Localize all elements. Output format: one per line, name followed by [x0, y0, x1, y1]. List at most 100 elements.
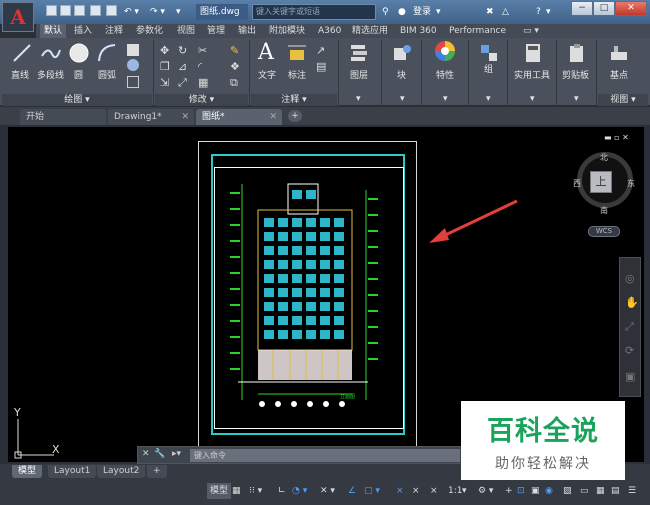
dimension-icon[interactable]: [286, 42, 308, 64]
tab-performance[interactable]: Performance: [449, 24, 506, 38]
line-icon[interactable]: [11, 42, 33, 64]
tab-parametric[interactable]: 参数化: [136, 24, 163, 38]
copy-icon[interactable]: ❐: [160, 60, 172, 73]
block-label[interactable]: 块: [397, 68, 406, 81]
polyline-icon[interactable]: [40, 42, 62, 64]
mirror-icon[interactable]: ⊿: [178, 60, 190, 73]
trim-icon[interactable]: ✂: [198, 44, 210, 57]
tab-model[interactable]: 模型: [12, 465, 43, 478]
erase-icon[interactable]: ✎: [230, 44, 242, 57]
tab-drawing1[interactable]: Drawing1* ✕: [108, 109, 194, 125]
annotation-scale-icon[interactable]: ⨯: [430, 483, 438, 499]
close-tab-icon[interactable]: ✕: [269, 109, 277, 125]
tab-manage[interactable]: 管理: [207, 24, 225, 38]
tab-annotate[interactable]: 注释: [105, 24, 123, 38]
layers-dropdown-icon[interactable]: ▾: [356, 94, 361, 104]
tab-home[interactable]: 默认: [40, 24, 67, 38]
zoom-extents-icon[interactable]: ⤢: [625, 320, 634, 334]
annotation-panel-title[interactable]: 注释 ▾: [251, 94, 337, 106]
customize-status-icon[interactable]: ▤: [611, 483, 620, 499]
clipboard-label[interactable]: 剪贴板: [562, 68, 589, 81]
tab-output[interactable]: 输出: [238, 24, 256, 38]
rotate-icon[interactable]: ↻: [178, 44, 190, 57]
array-icon[interactable]: ▦: [198, 76, 210, 89]
login-button[interactable]: 登录: [413, 4, 431, 20]
arc-tool-label[interactable]: 圆弧: [98, 68, 116, 81]
table-icon[interactable]: ▤: [316, 60, 328, 73]
utilities-label[interactable]: 实用工具: [514, 68, 550, 81]
viewport-controls-icon[interactable]: ▬ ▫ ✕: [604, 133, 629, 142]
close-tab-icon[interactable]: ✕: [181, 109, 189, 125]
tab-a360[interactable]: A360: [318, 24, 341, 38]
properties-dropdown-icon[interactable]: ▾: [443, 94, 448, 104]
hardware-accel-icon[interactable]: ▣: [531, 483, 540, 499]
fillet-icon[interactable]: ◜: [198, 60, 210, 73]
circle-tool-label[interactable]: 圆: [74, 68, 83, 81]
ortho-icon[interactable]: ∟: [278, 483, 286, 499]
minimize-button[interactable]: −: [571, 1, 593, 16]
tab-layout2[interactable]: Layout2: [97, 465, 146, 478]
tab-layout1[interactable]: Layout1: [48, 465, 97, 478]
help-button[interactable]: ?: [536, 4, 541, 20]
isolate-objects-icon[interactable]: ⊡: [517, 483, 525, 499]
object-snap-tracking-icon[interactable]: ∠: [348, 483, 356, 499]
stretch-icon[interactable]: ⇲: [160, 76, 172, 89]
tab-bim360[interactable]: BIM 360: [400, 24, 437, 38]
polyline-tool-label[interactable]: 多段线: [37, 68, 64, 81]
redo-icon[interactable]: ↷ ▾: [150, 4, 165, 20]
text-icon[interactable]: A: [258, 40, 280, 65]
exchange-icon[interactable]: ✖: [486, 4, 494, 20]
utilities-dropdown-icon[interactable]: ▾: [530, 94, 535, 104]
object-snap-icon[interactable]: ▢ ▾: [364, 483, 380, 499]
viewcube-west[interactable]: 西: [573, 178, 581, 189]
undo-icon[interactable]: ↶ ▾: [124, 4, 139, 20]
layers-label[interactable]: 图层: [350, 68, 368, 81]
rectangle-icon[interactable]: [127, 44, 139, 56]
block-icon[interactable]: [391, 42, 413, 64]
a360-icon[interactable]: △: [502, 4, 509, 20]
search-input[interactable]: 键入关键字或短语: [252, 4, 376, 20]
tab-drawing[interactable]: 图纸* ✕: [196, 109, 282, 125]
binoculars-icon[interactable]: ⚲: [382, 4, 389, 20]
tab-start[interactable]: 开始: [20, 109, 106, 125]
draw-panel-title[interactable]: 绘图 ▾: [2, 94, 152, 106]
help-dropdown-icon[interactable]: ▾: [546, 4, 551, 20]
tab-view[interactable]: 视图: [177, 24, 195, 38]
new-tab-button[interactable]: +: [288, 110, 302, 122]
text-tool-label[interactable]: 文字: [258, 68, 276, 81]
annotation-scale-value[interactable]: 1:1: [448, 483, 462, 499]
open-file-icon[interactable]: [60, 5, 71, 16]
menu-icon[interactable]: ☰: [628, 483, 636, 499]
group-icon[interactable]: [478, 42, 500, 64]
hatch-icon[interactable]: [127, 59, 139, 71]
viewcube-east[interactable]: 东: [627, 178, 635, 189]
clipboard-dropdown-icon[interactable]: ▾: [574, 94, 579, 104]
ribbon-options-icon[interactable]: ▭ ▾: [523, 24, 539, 38]
print-icon[interactable]: [106, 5, 117, 16]
polar-icon[interactable]: ◔ ▾: [292, 483, 307, 499]
group-dropdown-icon[interactable]: ▾: [486, 94, 491, 104]
plus-icon[interactable]: +: [505, 483, 513, 499]
base-label[interactable]: 基点: [610, 68, 628, 81]
scale-dropdown-icon[interactable]: ▾: [462, 483, 467, 499]
move-icon[interactable]: ✥: [160, 44, 172, 57]
annotation-visibility-icon[interactable]: ⨯: [396, 483, 404, 499]
properties-color-wheel-icon[interactable]: [434, 40, 456, 62]
line-tool-label[interactable]: 直线: [11, 68, 29, 81]
leader-icon[interactable]: ↗: [316, 44, 328, 57]
orbit-icon[interactable]: ⟳: [625, 344, 634, 357]
steering-wheel-icon[interactable]: ◎: [625, 272, 635, 285]
viewcube-face[interactable]: 上: [590, 171, 612, 193]
command-close-icon[interactable]: ✕: [142, 449, 150, 459]
units-icon[interactable]: ▦: [596, 483, 605, 499]
close-button[interactable]: ✕: [615, 1, 647, 16]
clipboard-icon[interactable]: [566, 42, 588, 64]
new-file-icon[interactable]: [46, 5, 57, 16]
base-view-icon[interactable]: [608, 42, 630, 64]
offset-icon[interactable]: ⧉: [230, 76, 242, 89]
model-space-button[interactable]: 模型: [207, 483, 232, 499]
group-label[interactable]: 组: [484, 62, 493, 75]
add-layout-button[interactable]: +: [147, 465, 167, 478]
workspace-icon[interactable]: ⚙ ▾: [478, 483, 493, 499]
arc-icon[interactable]: [96, 42, 118, 64]
